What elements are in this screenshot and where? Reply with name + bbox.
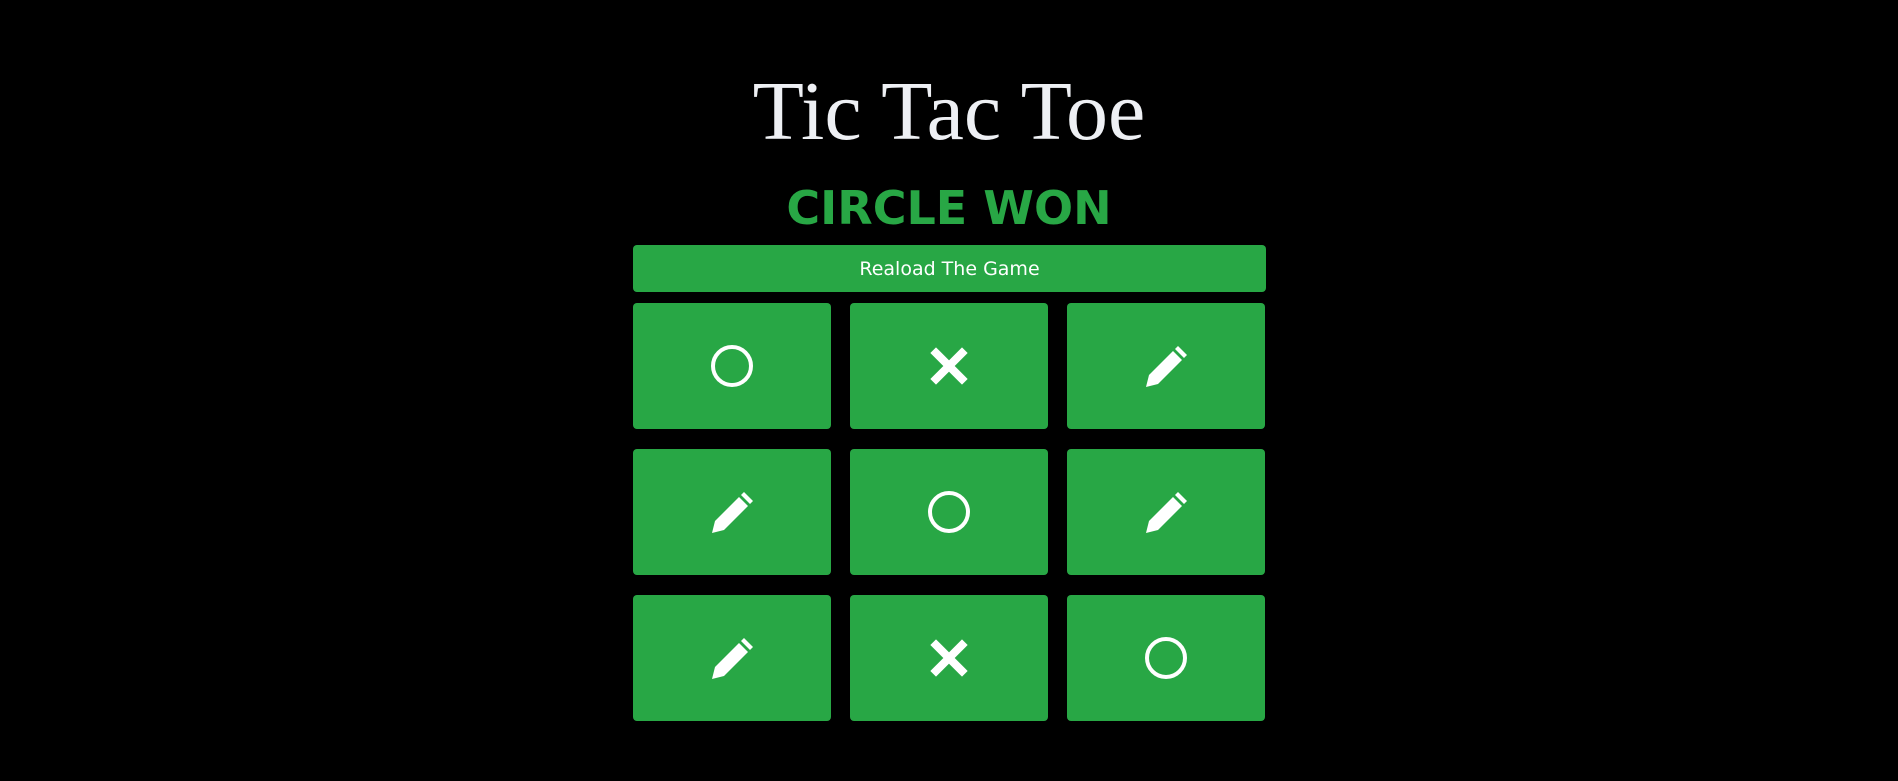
- board-cell-1-1[interactable]: [850, 449, 1048, 575]
- board-cell-2-2[interactable]: [1067, 595, 1265, 721]
- board-cell-0-0[interactable]: [633, 303, 831, 429]
- pencil-icon: [1143, 489, 1189, 535]
- pencil-icon: [709, 635, 755, 681]
- board-cell-2-0[interactable]: [633, 595, 831, 721]
- reload-game-button[interactable]: Reaload The Game: [633, 245, 1266, 292]
- circle-icon: [709, 343, 755, 389]
- board-cell-0-2[interactable]: [1067, 303, 1265, 429]
- pencil-icon: [1143, 343, 1189, 389]
- circle-icon: [926, 489, 972, 535]
- game-board: [633, 303, 1266, 721]
- board-cell-1-0[interactable]: [633, 449, 831, 575]
- game-status: CIRCLE WON: [786, 181, 1112, 235]
- board-cell-0-1[interactable]: [850, 303, 1048, 429]
- game-page: Tic Tac Toe CIRCLE WON Reaload The Game: [0, 0, 1898, 781]
- pencil-icon: [709, 489, 755, 535]
- cross-icon: [926, 635, 972, 681]
- cross-icon: [926, 343, 972, 389]
- board-cell-1-2[interactable]: [1067, 449, 1265, 575]
- page-title: Tic Tac Toe: [752, 65, 1146, 158]
- circle-icon: [1143, 635, 1189, 681]
- board-cell-2-1[interactable]: [850, 595, 1048, 721]
